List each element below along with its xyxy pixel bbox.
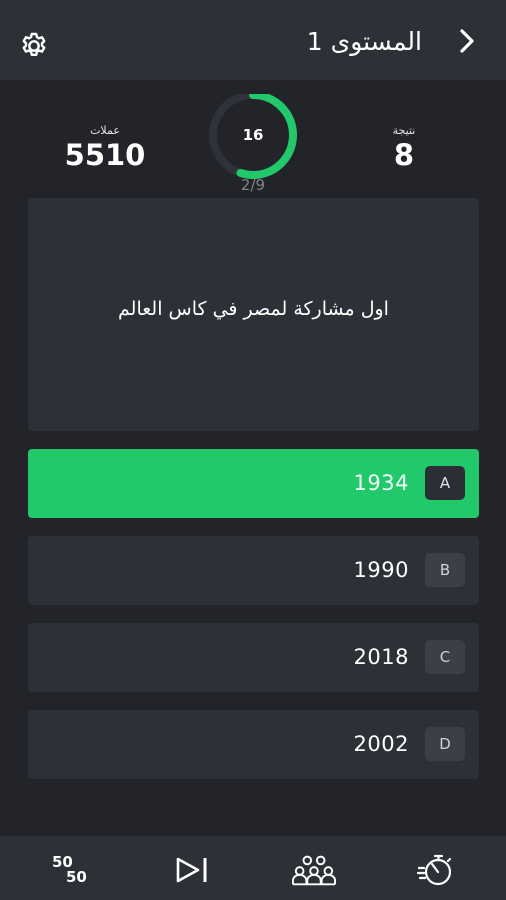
score-value: 8 — [393, 138, 415, 172]
question-progress: 2/9 — [240, 176, 266, 194]
answer-text: 2018 — [353, 645, 409, 669]
skip-icon — [176, 857, 207, 883]
extra-time-button[interactable] — [414, 850, 458, 890]
level-title: المستوى 1 — [306, 27, 422, 56]
answer-text: 1934 — [353, 471, 409, 495]
answer-letter-badge: C — [425, 640, 465, 674]
audience-icon — [292, 855, 336, 886]
top-bar: المستوى 1 — [0, 0, 506, 80]
stopwatch-icon — [417, 854, 452, 886]
answer-text: 1990 — [353, 558, 409, 582]
back-button[interactable] — [452, 26, 482, 56]
answer-text: 2002 — [353, 732, 409, 756]
skip-question-button[interactable] — [170, 850, 214, 890]
answer-letter-badge: D — [425, 727, 465, 761]
answer-option-a[interactable]: 1934 A — [28, 449, 479, 518]
coins-stat: عملات 5510 — [60, 124, 150, 172]
question-text: اول مشاركة لمصر في كاس العالم — [118, 297, 389, 320]
answer-letter-badge: A — [425, 466, 465, 500]
fifty-fifty-button[interactable]: 50 50 — [48, 850, 92, 890]
fifty-fifty-icon: 50 50 — [50, 853, 90, 887]
ask-audience-button[interactable] — [292, 850, 336, 890]
question-card: اول مشاركة لمصر في كاس العالم — [28, 198, 479, 431]
coins-label: عملات — [90, 124, 120, 137]
coins-value: 5510 — [64, 138, 146, 172]
answer-option-b[interactable]: 1990 B — [28, 536, 479, 605]
chevron-right-icon — [460, 29, 474, 53]
settings-button[interactable] — [18, 30, 50, 62]
answer-option-c[interactable]: 2018 C — [28, 623, 479, 692]
countdown-timer: 16 — [206, 91, 300, 188]
lifeline-bar: 50 50 — [0, 836, 506, 900]
timer-seconds: 16 — [242, 126, 264, 144]
answer-letter-badge: B — [425, 553, 465, 587]
gear-icon — [22, 32, 46, 56]
score-label: نتيجة — [392, 124, 416, 137]
fifty-bottom-text: 50 — [66, 868, 87, 886]
score-stat: نتيجة 8 — [364, 124, 444, 172]
answer-option-d[interactable]: 2002 D — [28, 710, 479, 779]
